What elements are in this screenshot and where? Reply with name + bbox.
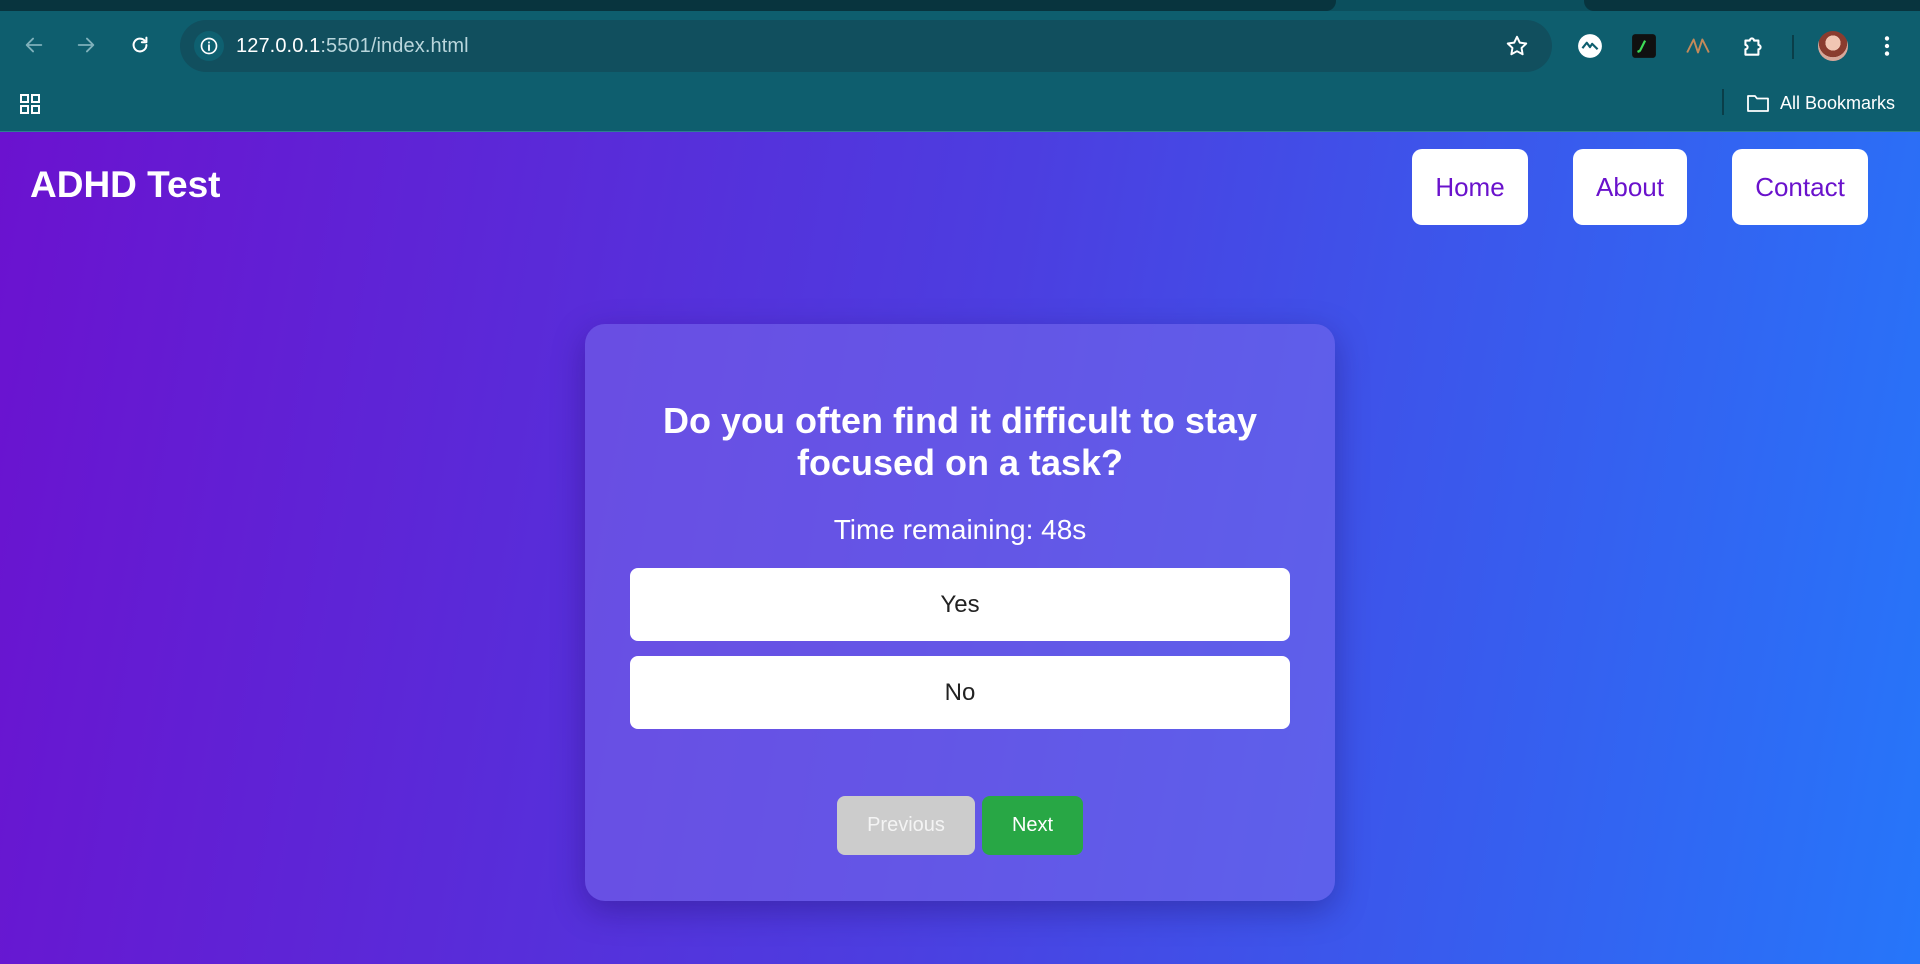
folder-icon <box>1747 95 1769 112</box>
quiz-card: Do you often find it difficult to stay f… <box>585 324 1335 901</box>
terminal-extension-icon <box>1632 34 1656 58</box>
profile-avatar[interactable] <box>1818 31 1848 61</box>
page-viewport: ADHD Test Home About Contact Do you ofte… <box>0 132 1920 964</box>
tab-strip-background <box>1584 0 1920 11</box>
more-vert-icon <box>1884 36 1890 56</box>
back-icon <box>25 37 43 53</box>
bookmarks-divider <box>1722 89 1724 115</box>
address-bar[interactable]: 127.0.0.1:5501/index.html <box>180 20 1552 72</box>
question-text: Do you often find it difficult to stay f… <box>663 400 1257 483</box>
browser-chrome: 127.0.0.1:5501/index.html All Bookmarks <box>0 0 1920 132</box>
next-button[interactable]: Next <box>982 796 1083 855</box>
previous-button[interactable]: Previous <box>837 796 975 855</box>
activity-extension-icon <box>1578 34 1602 58</box>
all-bookmarks-label: All Bookmarks <box>1780 92 1896 113</box>
extension-activity-button[interactable] <box>1575 31 1605 61</box>
star-icon[interactable] <box>1504 33 1530 59</box>
extension-wave-button[interactable] <box>1683 31 1713 61</box>
answer-option-yes[interactable]: Yes <box>630 568 1290 641</box>
extensions-menu-button[interactable] <box>1738 31 1768 61</box>
back-button[interactable] <box>18 29 50 61</box>
reload-icon <box>132 36 148 53</box>
bookmarks-bar: All Bookmarks <box>0 79 1920 132</box>
tab-strip <box>0 0 1920 11</box>
url-path: :5501/index.html <box>320 35 469 57</box>
wave-extension-icon <box>1686 38 1710 54</box>
nav-contact-link[interactable]: Contact <box>1732 149 1868 225</box>
url-text[interactable]: 127.0.0.1:5501/index.html <box>236 35 469 58</box>
timer-text: Time remaining: 48s <box>833 514 1087 545</box>
url-host: 127.0.0.1 <box>236 35 321 57</box>
answer-option-no[interactable]: No <box>630 656 1290 729</box>
forward-button[interactable] <box>70 29 102 61</box>
site-info-button[interactable] <box>194 31 224 61</box>
nav-about-link[interactable]: About <box>1573 149 1687 225</box>
reload-button[interactable] <box>124 29 156 61</box>
toolbar-divider <box>1792 35 1794 59</box>
browser-menu-button[interactable] <box>1872 31 1902 61</box>
all-bookmarks-button[interactable]: All Bookmarks <box>1746 89 1895 117</box>
puzzle-icon <box>1744 37 1762 56</box>
browser-toolbar: 127.0.0.1:5501/index.html <box>0 11 1920 79</box>
apps-grid-icon[interactable] <box>18 92 42 116</box>
forward-icon <box>77 37 95 53</box>
site-title: ADHD Test <box>30 164 221 205</box>
nav-home-link[interactable]: Home <box>1412 149 1528 225</box>
tab-strip-background <box>0 0 1336 11</box>
extension-terminal-button[interactable] <box>1629 31 1659 61</box>
info-icon <box>200 37 218 55</box>
